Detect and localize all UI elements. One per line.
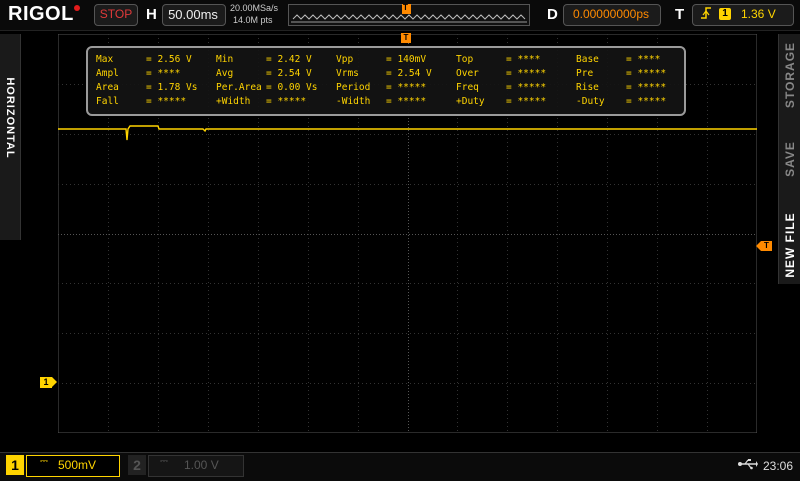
horizontal-tab-label: HORIZONTAL <box>4 77 16 159</box>
channel1-dc-coupling-icon: ⎓ <box>40 456 48 467</box>
measurement-value: = 1.78 Vs <box>146 82 198 93</box>
trigger-source-badge: 1 <box>719 8 731 20</box>
channel1-scale: 500mV <box>58 458 97 472</box>
channel1-button[interactable]: 1 <box>6 455 24 475</box>
horizontal-indicator: H <box>146 6 157 23</box>
measurement-value: = 2.54 V <box>386 68 432 79</box>
measurement-value: = ***** <box>626 96 667 107</box>
run-status-label: STOP <box>99 7 133 21</box>
channel1-marker-arrow-icon <box>52 377 57 387</box>
usb-icon <box>738 457 758 474</box>
measurement-value: = ***** <box>626 82 667 93</box>
measurement-label: Min <box>216 54 234 65</box>
brand-logo: RIGOL <box>8 3 74 25</box>
measurement-label: Area <box>96 82 119 93</box>
measurement-value: = **** <box>146 68 181 79</box>
measurement-label: Vrms <box>336 68 359 79</box>
measurement-value: = ***** <box>506 96 547 107</box>
measurement-label: Ampl <box>96 68 119 79</box>
measurement-label: Rise <box>576 82 599 93</box>
measurement-label: -Duty <box>576 96 605 107</box>
delay-value: 0.00000000ps <box>572 7 650 21</box>
channel2-dc-coupling-icon: ⎓ <box>160 456 168 467</box>
measurement-value: = ***** <box>506 68 547 79</box>
rising-edge-icon <box>700 6 712 23</box>
measurement-value: = ***** <box>626 68 667 79</box>
measurement-value: = 140mV <box>386 54 427 65</box>
channel1-offset-marker[interactable]: 1 <box>40 377 52 388</box>
measurement-value: = 2.54 V <box>266 68 312 79</box>
system-clock: 23:06 <box>763 459 794 473</box>
measurement-value: = ***** <box>386 82 427 93</box>
storage-menu-title[interactable]: STORAGE <box>783 27 797 123</box>
measurement-value: = **** <box>506 54 541 65</box>
delay-indicator: D <box>547 6 558 23</box>
measurement-label: Period <box>336 82 371 93</box>
measurement-label: Over <box>456 68 479 79</box>
measurement-label: Vpp <box>336 54 354 65</box>
trigger-level: 1.36 V <box>741 7 776 21</box>
channel2-button[interactable]: 2 <box>128 455 146 475</box>
measurement-label: Freq <box>456 82 479 93</box>
channel2-scale: 1.00 V <box>184 458 219 472</box>
measurement-value: = **** <box>626 54 661 65</box>
measurement-label: +Duty <box>456 96 485 107</box>
trigger-indicator: T <box>675 6 685 23</box>
measurement-value: = 2.56 V <box>146 54 192 65</box>
memory-depth: 14.0M pts <box>233 15 273 25</box>
measurement-label: Per.Area <box>216 82 262 93</box>
brand-dot-icon <box>74 5 80 11</box>
measurement-label: Max <box>96 54 114 65</box>
new-file-menu-item[interactable]: NEW FILE <box>783 185 797 305</box>
trigger-level-marker[interactable]: T <box>761 241 772 251</box>
measurement-label: Base <box>576 54 599 65</box>
measurement-label: -Width <box>336 96 371 107</box>
measurement-value: = 0.00 Vs <box>266 82 318 93</box>
trigger-position-marker[interactable]: T <box>401 33 411 43</box>
measurement-value: = ***** <box>386 96 427 107</box>
measurement-value: = ***** <box>266 96 307 107</box>
measurement-value: = 2.42 V <box>266 54 312 65</box>
bottom-status-bar <box>0 452 800 481</box>
sample-rate: 20.00MSa/s <box>230 3 279 13</box>
measurement-value: = ***** <box>146 96 187 107</box>
measurement-value: = ***** <box>506 82 547 93</box>
timebase-value: 50.00ms <box>168 7 218 22</box>
measurement-label: Pre <box>576 68 594 79</box>
measurement-label: Top <box>456 54 474 65</box>
trigger-position-label: T <box>403 3 408 12</box>
measurement-label: Avg <box>216 68 234 79</box>
measurement-label: Fall <box>96 96 119 107</box>
measurement-label: +Width <box>216 96 251 107</box>
